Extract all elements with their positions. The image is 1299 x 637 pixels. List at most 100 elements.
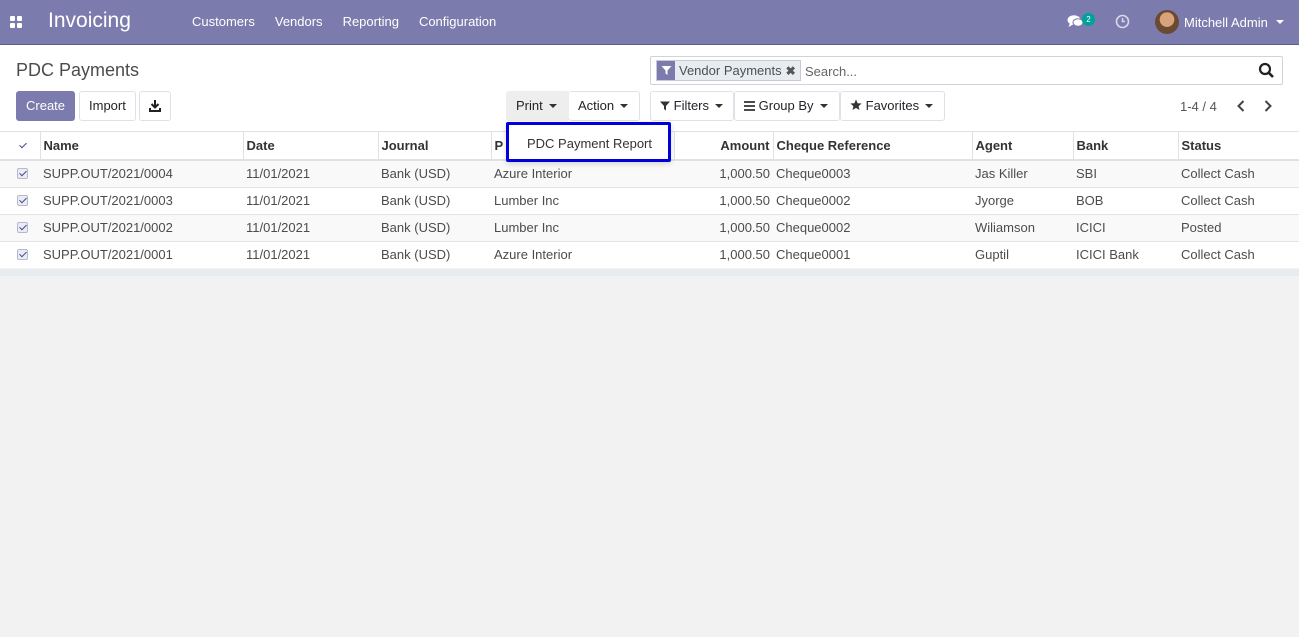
cell-journal: Bank (USD): [378, 186, 491, 214]
cell-bank: ICICI: [1073, 213, 1178, 241]
table-row[interactable]: SUPP.OUT/2021/0002 11/01/2021 Bank (USD)…: [0, 213, 1299, 241]
cell-status: Posted: [1178, 213, 1299, 241]
cell-journal: Bank (USD): [378, 159, 491, 187]
cell-date: 11/01/2021: [243, 186, 378, 214]
menu-item-vendors[interactable]: Vendors: [275, 14, 323, 29]
cell-bank: SBI: [1073, 159, 1178, 187]
filter-icon: [657, 61, 675, 80]
row-checkbox[interactable]: [17, 249, 28, 261]
main-menu: Customers Vendors Reporting Configuratio…: [182, 14, 506, 29]
control-panel: PDC Payments Create Import Print Action …: [0, 45, 1299, 132]
chevron-left-icon[interactable]: [1235, 99, 1247, 113]
table-footer: [0, 269, 1299, 276]
list-icon: [744, 101, 755, 111]
import-button[interactable]: Import: [79, 91, 136, 121]
column-header-name[interactable]: Name: [39, 132, 243, 161]
cell-amount: 1,000.50: [674, 186, 773, 214]
column-header-bank[interactable]: Bank: [1072, 132, 1178, 161]
search-facet[interactable]: Vendor Payments ✖: [656, 60, 801, 81]
apps-menu-icon[interactable]: [10, 16, 22, 28]
column-header-cheque-reference[interactable]: Cheque Reference: [772, 132, 972, 161]
cell-agent: Jas Killer: [972, 159, 1073, 187]
select-all-checkbox[interactable]: [0, 132, 40, 161]
favorites-dropdown-button[interactable]: Favorites: [840, 91, 945, 121]
column-header-status[interactable]: Status: [1177, 132, 1299, 161]
user-menu-caret-icon[interactable]: [1276, 20, 1284, 24]
search-facet-value: Vendor Payments: [679, 63, 782, 78]
cell-cheque-reference: Cheque0001: [773, 240, 972, 268]
remove-facet-icon[interactable]: ✖: [786, 64, 796, 78]
favorites-label: Favorites: [865, 98, 920, 113]
cell-amount: 1,000.50: [674, 240, 773, 268]
menu-item-reporting[interactable]: Reporting: [343, 14, 399, 29]
search-icon[interactable]: [1258, 62, 1275, 79]
cell-date: 11/01/2021: [243, 159, 378, 187]
search-input[interactable]: [803, 61, 1233, 81]
pager-value[interactable]: 1-4 / 4: [1180, 99, 1217, 114]
menu-item-pdc-payment-report[interactable]: PDC Payment Report: [527, 136, 652, 151]
cell-partner: Azure Interior: [491, 240, 674, 268]
print-dropdown-button[interactable]: Print: [506, 91, 570, 121]
search-bar[interactable]: Vendor Payments ✖: [650, 56, 1283, 85]
print-label: Print: [516, 98, 543, 113]
star-icon: [850, 99, 862, 110]
cell-partner: Lumber Inc: [491, 213, 674, 241]
cell-name: SUPP.OUT/2021/0001: [40, 240, 243, 268]
column-header-agent[interactable]: Agent: [971, 132, 1073, 161]
table-row[interactable]: SUPP.OUT/2021/0004 11/01/2021 Bank (USD)…: [0, 159, 1299, 187]
cell-cheque-reference: Cheque0002: [773, 213, 972, 241]
create-button[interactable]: Create: [16, 91, 76, 121]
cell-cheque-reference: Cheque0002: [773, 186, 972, 214]
menu-item-configuration[interactable]: Configuration: [419, 14, 496, 29]
action-dropdown-button[interactable]: Action: [569, 91, 640, 121]
cell-status: Collect Cash: [1178, 159, 1299, 187]
download-icon: [149, 100, 161, 112]
user-name[interactable]: Mitchell Admin: [1184, 15, 1268, 30]
chat-count-badge: 2: [1082, 13, 1095, 26]
chevron-down-icon: [715, 104, 724, 108]
app-title[interactable]: Invoicing: [48, 9, 131, 33]
export-button[interactable]: [139, 91, 171, 121]
cell-cheque-reference: Cheque0003: [773, 159, 972, 187]
column-header-amount[interactable]: Amount: [673, 132, 773, 161]
chevron-down-icon: [620, 104, 629, 108]
cell-journal: Bank (USD): [378, 213, 491, 241]
groupby-label: Group By: [758, 98, 814, 113]
groupby-dropdown-button[interactable]: Group By: [734, 91, 840, 121]
page-title: PDC Payments: [16, 60, 140, 80]
print-dropdown-menu: PDC Payment Report: [506, 122, 671, 162]
cell-date: 11/01/2021: [243, 240, 378, 268]
table-row[interactable]: SUPP.OUT/2021/0001 11/01/2021 Bank (USD)…: [0, 240, 1299, 268]
cell-agent: Guptil: [972, 240, 1073, 268]
action-label: Action: [578, 98, 615, 113]
cell-amount: 1,000.50: [674, 159, 773, 187]
cell-bank: ICICI Bank: [1073, 240, 1178, 268]
cell-partner: Lumber Inc: [491, 186, 674, 214]
cell-date: 11/01/2021: [243, 213, 378, 241]
table-row[interactable]: SUPP.OUT/2021/0003 11/01/2021 Bank (USD)…: [0, 186, 1299, 214]
row-checkbox[interactable]: [17, 168, 28, 180]
cell-status: Collect Cash: [1178, 186, 1299, 214]
cell-bank: BOB: [1073, 186, 1178, 214]
cell-agent: Wiliamson: [972, 213, 1073, 241]
cell-amount: 1,000.50: [674, 213, 773, 241]
cell-name: SUPP.OUT/2021/0003: [40, 186, 243, 214]
user-avatar[interactable]: [1155, 10, 1179, 34]
row-checkbox[interactable]: [17, 222, 28, 233]
cell-journal: Bank (USD): [378, 240, 491, 268]
chevron-right-icon[interactable]: [1262, 99, 1274, 113]
cell-name: SUPP.OUT/2021/0004: [40, 159, 243, 187]
filters-dropdown-button[interactable]: Filters: [650, 91, 734, 121]
top-navbar: Invoicing Customers Vendors Reporting Co…: [0, 0, 1299, 45]
cell-partner: Azure Interior: [491, 159, 674, 187]
column-header-journal[interactable]: Journal: [377, 132, 491, 161]
cell-agent: Jyorge: [972, 186, 1073, 214]
cell-name: SUPP.OUT/2021/0002: [40, 213, 243, 241]
column-header-date[interactable]: Date: [242, 132, 378, 161]
chevron-down-icon: [548, 104, 557, 108]
checkbox-checked-icon[interactable]: [17, 140, 28, 151]
cell-status: Collect Cash: [1178, 240, 1299, 268]
activity-clock-icon[interactable]: [1115, 14, 1130, 29]
menu-item-customers[interactable]: Customers: [192, 14, 255, 29]
row-checkbox[interactable]: [17, 195, 28, 206]
